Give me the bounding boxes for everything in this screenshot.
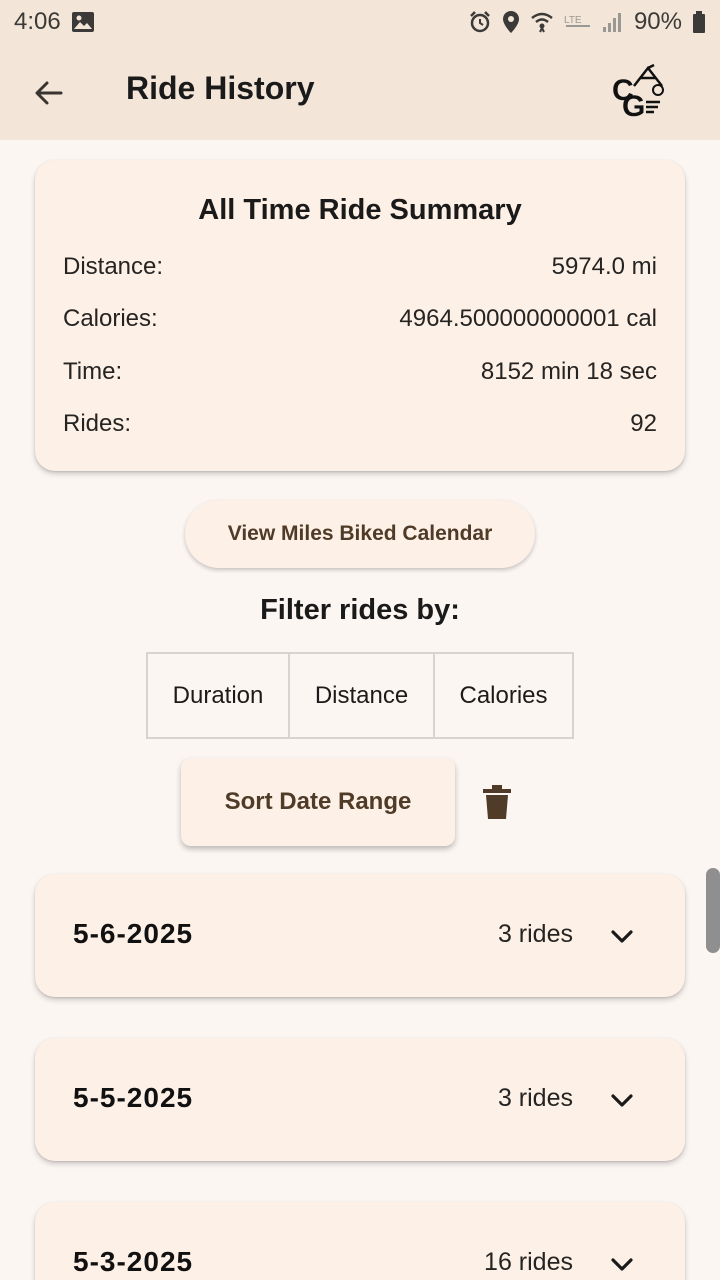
summary-row-rides: Rides: 92 — [63, 407, 657, 441]
filter-label: Filter rides by: — [260, 594, 460, 626]
status-left: 4:06 — [14, 8, 95, 36]
sort-date-range-button[interactable]: Sort Date Range — [181, 758, 455, 846]
summary-card: All Time Ride Summary Distance: 5974.0 m… — [35, 160, 685, 471]
scrollbar-thumb[interactable] — [706, 868, 720, 953]
app-logo: C G — [610, 62, 670, 123]
location-icon — [502, 10, 520, 34]
filter-duration-button[interactable]: Duration — [148, 654, 290, 737]
svg-text:G: G — [622, 90, 645, 122]
ride-date: 5-6-2025 — [73, 918, 194, 949]
summary-row-distance: Distance: 5974.0 mi — [63, 250, 657, 284]
battery-text: 90% — [633, 8, 682, 35]
filter-segmented-control: Duration Distance Calories — [146, 652, 574, 739]
chevron-down-icon[interactable] — [605, 1084, 639, 1118]
ride-count: 16 rides — [484, 1248, 573, 1276]
gallery-icon — [71, 11, 95, 33]
wifi-icon — [530, 10, 554, 34]
chevron-down-icon[interactable] — [605, 1248, 639, 1280]
summary-label: Calories: — [63, 305, 158, 332]
back-button[interactable] — [24, 68, 74, 118]
ride-count: 3 rides — [497, 1084, 573, 1112]
app-bar: Ride History C G — [0, 44, 720, 140]
status-bar: 4:06 LTE 90% — [0, 0, 720, 44]
back-arrow-icon — [35, 81, 63, 105]
status-right: LTE 90% — [468, 8, 706, 36]
ride-date: 5-3-2025 — [73, 1246, 194, 1277]
summary-value: 8152 min 18 sec — [480, 358, 657, 385]
chevron-down-icon[interactable] — [605, 920, 639, 954]
ride-count: 3 rides — [497, 920, 573, 948]
summary-value: 5974.0 mi — [551, 253, 657, 280]
summary-value: 4964.500000000001 cal — [399, 305, 657, 332]
ride-day-card[interactable]: 5-3-2025 16 rides — [35, 1202, 685, 1280]
lte-icon: LTE — [564, 12, 592, 32]
delete-button[interactable] — [478, 780, 516, 824]
signal-icon — [602, 11, 624, 33]
trash-icon — [483, 785, 511, 819]
summary-value: 92 — [630, 410, 657, 437]
summary-row-time: Time: 8152 min 18 sec — [63, 355, 657, 389]
alarm-icon — [468, 10, 492, 34]
summary-label: Time: — [63, 358, 123, 385]
ride-date: 5-5-2025 — [73, 1082, 194, 1113]
battery-icon — [692, 10, 706, 34]
ride-day-card[interactable]: 5-6-2025 3 rides — [35, 874, 685, 997]
page-title: Ride History — [126, 70, 315, 106]
summary-label: Distance: — [63, 253, 164, 280]
summary-row-calories: Calories: 4964.500000000001 cal — [63, 302, 657, 336]
view-calendar-button[interactable]: View Miles Biked Calendar — [185, 500, 535, 568]
ride-day-card[interactable]: 5-5-2025 3 rides — [35, 1038, 685, 1161]
filter-distance-button[interactable]: Distance — [290, 654, 435, 737]
filter-calories-button[interactable]: Calories — [435, 654, 572, 737]
summary-title: All Time Ride Summary — [198, 194, 522, 226]
svg-text:LTE: LTE — [564, 15, 582, 26]
summary-label: Rides: — [63, 410, 132, 437]
status-time: 4:06 — [14, 8, 61, 35]
